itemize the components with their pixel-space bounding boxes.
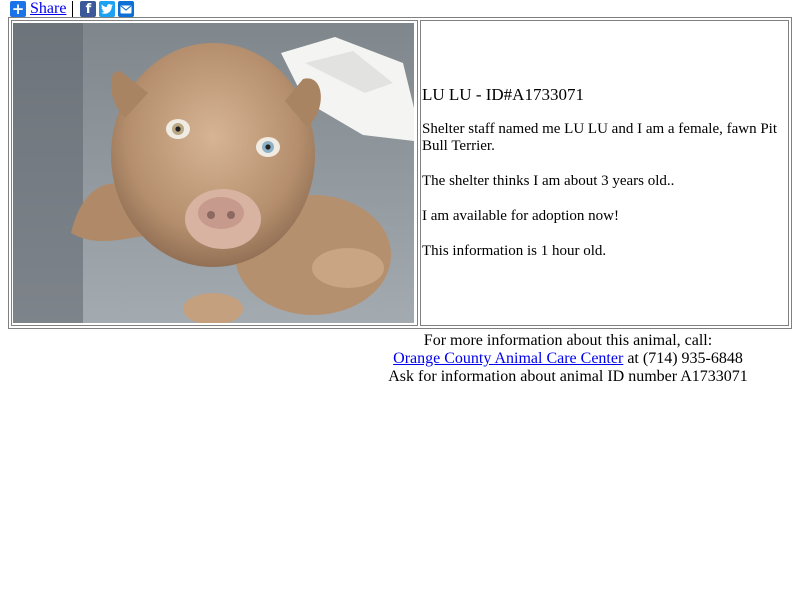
- plus-icon[interactable]: +: [10, 1, 26, 17]
- share-link[interactable]: Share: [30, 0, 66, 18]
- share-bar: + Share f: [10, 0, 135, 18]
- shelter-link[interactable]: Orange County Animal Care Center: [393, 350, 623, 367]
- contact-line3: Ask for information about animal ID numb…: [388, 368, 748, 385]
- info-freshness: This information is 1 hour old.: [422, 243, 607, 259]
- animal-description: Shelter staff named me LU LU and I am a …: [422, 121, 778, 154]
- adoption-status: I am available for adoption now!: [422, 208, 620, 224]
- animal-title: LU LU - ID#A1733071: [422, 85, 584, 104]
- facebook-icon[interactable]: f: [80, 1, 97, 17]
- contact-line2: Orange County Animal Care Center at (714…: [388, 350, 748, 368]
- email-icon[interactable]: [118, 1, 135, 17]
- info-cell: LU LU - ID#A1733071 Shelter staff named …: [420, 20, 789, 326]
- share-divider: [72, 1, 74, 17]
- contact-info: For more information about this animal, …: [388, 332, 748, 386]
- photo-cell: [11, 20, 418, 326]
- shelter-phone: at (714) 935-6848: [623, 350, 743, 367]
- animal-age: The shelter thinks I am about 3 years ol…: [422, 173, 675, 189]
- twitter-icon[interactable]: [99, 1, 116, 17]
- animal-card: LU LU - ID#A1733071 Shelter staff named …: [8, 17, 792, 329]
- contact-line1: For more information about this animal, …: [423, 332, 713, 349]
- animal-photo: [13, 23, 414, 323]
- social-icons: f: [80, 1, 135, 17]
